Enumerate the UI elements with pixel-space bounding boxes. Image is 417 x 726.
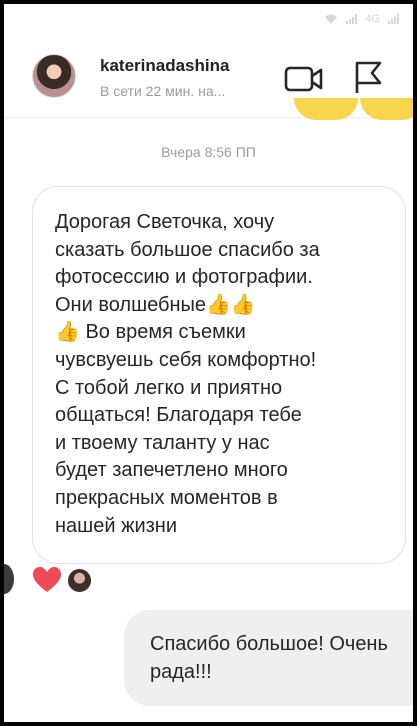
flag-icon[interactable] bbox=[352, 60, 384, 94]
video-call-icon[interactable] bbox=[284, 64, 324, 94]
outgoing-message-text: Спасибо большое! Очень рада!!! bbox=[150, 633, 388, 683]
outgoing-message-bubble[interactable]: Спасибо большое! Очень рада!!! bbox=[124, 610, 413, 706]
sender-avatar-partial bbox=[4, 564, 14, 594]
message-timestamp: Вчера 8:56 ПП bbox=[161, 144, 256, 160]
message-reactions[interactable] bbox=[32, 566, 93, 594]
status-bar: 4G bbox=[4, 4, 413, 34]
network-label: 4G bbox=[365, 13, 380, 25]
avatar[interactable] bbox=[32, 54, 76, 98]
incoming-message-text: Дорогая Светочка, хочу сказать большое с… bbox=[55, 211, 320, 537]
wifi-icon bbox=[325, 14, 338, 24]
signal-icon bbox=[388, 14, 399, 24]
signal-icon bbox=[346, 14, 358, 24]
incoming-message-bubble[interactable]: Дорогая Светочка, хочу сказать большое с… bbox=[32, 186, 406, 564]
username[interactable]: katerinadashina bbox=[100, 56, 229, 76]
dm-screen: 4G katerinadashina В сети 22 мин. на... … bbox=[4, 4, 413, 722]
presence-status: В сети 22 мин. на... bbox=[100, 83, 226, 99]
reactor-avatar bbox=[66, 566, 93, 594]
heart-icon[interactable] bbox=[32, 566, 62, 594]
